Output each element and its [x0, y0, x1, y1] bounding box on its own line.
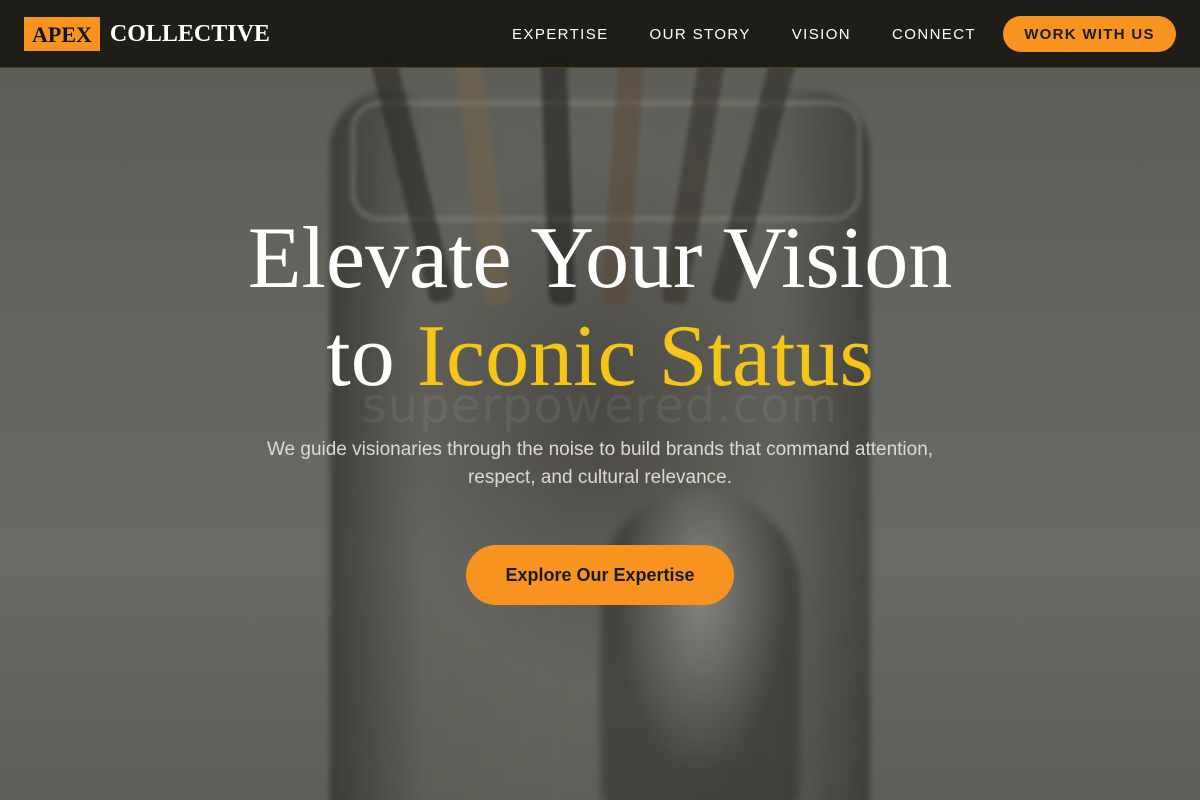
- logo-wordmark: COLLECTIVE: [109, 20, 270, 47]
- nav-link-our-story[interactable]: OUR STORY: [650, 26, 751, 43]
- hero-section: superpowered.com Elevate Your Vision to …: [0, 0, 1200, 800]
- explore-expertise-button[interactable]: Explore Our Expertise: [466, 545, 734, 605]
- main-nav: EXPERTISE OUR STORY VISION CONNECT: [512, 0, 976, 68]
- headline-to: to: [326, 308, 395, 405]
- work-with-us-button[interactable]: WORK WITH US: [1003, 16, 1176, 52]
- brand-logo[interactable]: APEX COLLECTIVE: [24, 16, 270, 52]
- nav-link-vision[interactable]: VISION: [792, 26, 851, 43]
- hero-headline: Elevate Your Vision to Iconic Status: [0, 210, 1200, 406]
- hero-subtitle: We guide visionaries through the noise t…: [266, 439, 934, 488]
- top-navbar: APEX COLLECTIVE EXPERTISE OUR STORY VISI…: [0, 0, 1200, 68]
- hero-content: Elevate Your Vision to Iconic Status We …: [0, 210, 1200, 605]
- logo-mark: APEX: [24, 17, 100, 51]
- nav-link-connect[interactable]: CONNECT: [892, 26, 976, 43]
- headline-line-1: Elevate Your Vision: [247, 210, 953, 307]
- nav-link-expertise[interactable]: EXPERTISE: [512, 26, 609, 43]
- headline-accent: Iconic Status: [416, 308, 874, 405]
